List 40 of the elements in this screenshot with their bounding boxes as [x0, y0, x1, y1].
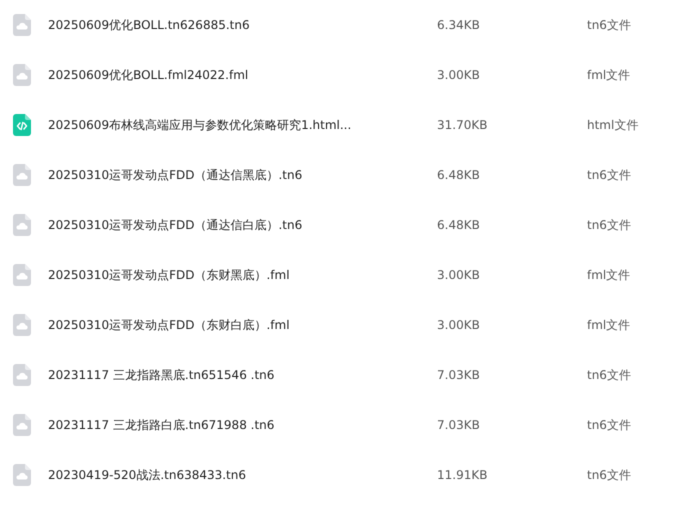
- file-type: tn6文件: [587, 216, 631, 234]
- file-name[interactable]: 20250609布林线高端应用与参数优化策略研究1.html...: [48, 116, 352, 134]
- cloud-file-icon: [13, 364, 31, 386]
- file-name[interactable]: 20250310运哥发动点FDD（东财黑底）.fml: [48, 266, 290, 284]
- file-size: 6.48KB: [437, 218, 480, 232]
- file-type: fml文件: [587, 266, 630, 284]
- file-size: 11.91KB: [437, 468, 488, 482]
- cloud-file-icon: [13, 314, 31, 336]
- file-size: 6.34KB: [437, 18, 480, 32]
- file-type: tn6文件: [587, 416, 631, 434]
- cloud-file-icon: [13, 414, 31, 436]
- cloud-file-icon: [13, 464, 31, 486]
- cloud-file-icon: [13, 164, 31, 186]
- file-size: 31.70KB: [437, 118, 488, 132]
- file-size: 7.03KB: [437, 368, 480, 382]
- file-name[interactable]: 20231117 三龙指路白底.tn671988 .tn6: [48, 416, 274, 434]
- file-name[interactable]: 20231117 三龙指路黑底.tn651546 .tn6: [48, 366, 274, 384]
- file-type: fml文件: [587, 316, 630, 334]
- file-size: 6.48KB: [437, 168, 480, 182]
- file-type: tn6文件: [587, 16, 631, 34]
- file-type: tn6文件: [587, 166, 631, 184]
- file-type: tn6文件: [587, 366, 631, 384]
- file-name[interactable]: 20250310运哥发动点FDD（东财白底）.fml: [48, 316, 290, 334]
- file-name[interactable]: 20230419-520战法.tn638433.tn6: [48, 466, 246, 484]
- file-name[interactable]: 20250609优化BOLL.tn626885.tn6: [48, 16, 250, 34]
- file-size: 7.03KB: [437, 418, 480, 432]
- file-size: 3.00KB: [437, 318, 480, 332]
- file-type: html文件: [587, 116, 638, 134]
- file-type: fml文件: [587, 66, 630, 84]
- file-size: 3.00KB: [437, 68, 480, 82]
- cloud-file-icon: [13, 264, 31, 286]
- file-name[interactable]: 20250310运哥发动点FDD（通达信白底）.tn6: [48, 216, 302, 234]
- file-name[interactable]: 20250609优化BOLL.fml24022.fml: [48, 66, 248, 84]
- file-type: tn6文件: [587, 466, 631, 484]
- code-file-icon: [13, 114, 31, 136]
- cloud-file-icon: [13, 214, 31, 236]
- cloud-file-icon: [13, 64, 31, 86]
- file-name[interactable]: 20250310运哥发动点FDD（通达信黑底）.tn6: [48, 166, 302, 184]
- file-size: 3.00KB: [437, 268, 480, 282]
- cloud-file-icon: [13, 14, 31, 36]
